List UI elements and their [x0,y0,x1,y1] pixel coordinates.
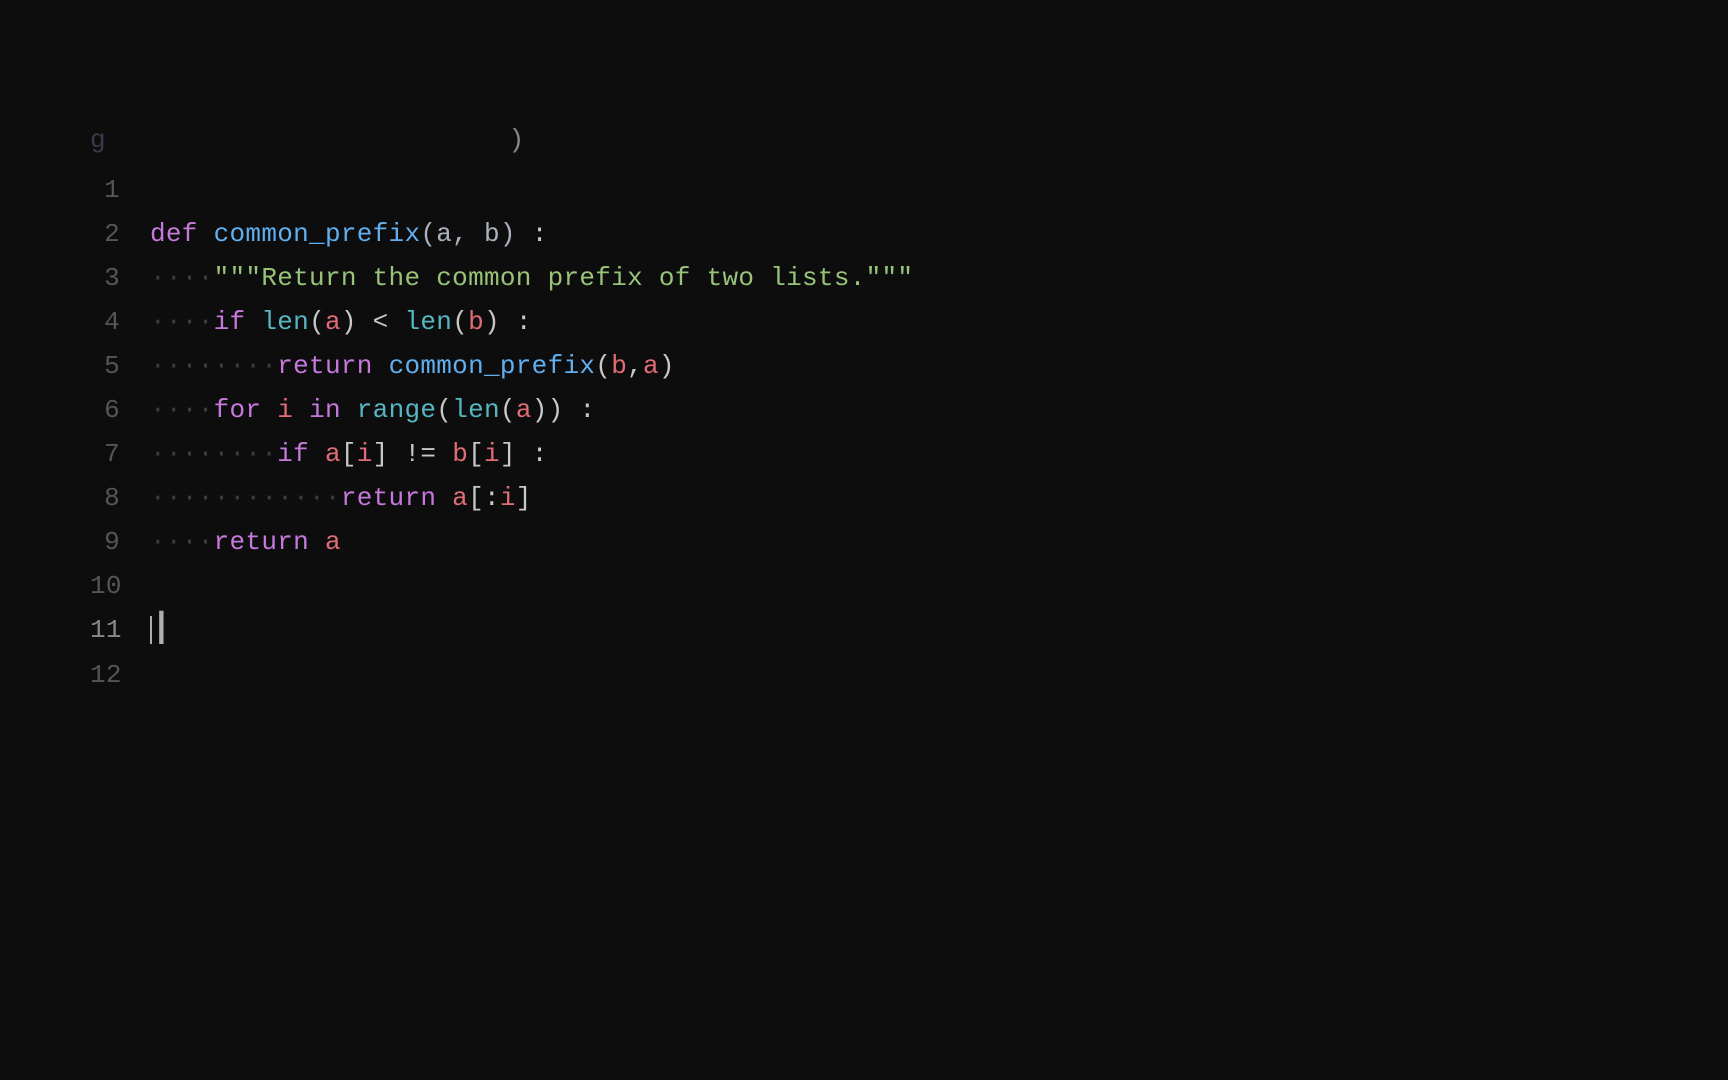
line-num-12: 12 [90,653,150,697]
var-i-7a: i [357,439,373,469]
kw-if-4: if [214,307,246,337]
line-num-8: 8 [90,476,150,520]
punc-close: ) [500,219,516,249]
dots-4: ···· [150,307,214,337]
punc-comma: , [452,219,468,249]
colon-2: : [516,219,548,249]
code-line-12: 12 [90,653,1728,697]
kw-in-6: in [309,395,341,425]
punc-open: ( [420,219,436,249]
code-area: 1 2 def common_prefix(a, b) : 3 ····"""R… [0,168,1728,697]
line-content-11: ┃ [150,608,1728,653]
line-content-6: ····for i in range(len(a)) : [150,388,1728,432]
line-content-7: ········if a[i] != b[i] : [150,432,1728,476]
len-4a: len [261,307,309,337]
line-num-4: 4 [90,300,150,344]
line-num-7: 7 [90,432,150,476]
dots-8: ············ [150,483,341,513]
line-num-9: 9 [90,520,150,564]
kw-def: def [150,219,198,249]
len-4b: len [405,307,453,337]
kw-return-9: return [214,527,309,557]
range-6: range [357,395,437,425]
var-i-7b: i [484,439,500,469]
var-i-8: i [500,483,516,513]
code-line-9: 9 ····return a [90,520,1728,564]
kw-if-7: if [277,439,309,469]
param-a: a [436,219,452,249]
code-line-2: 2 def common_prefix(a, b) : [90,212,1728,256]
var-a-idx-7: a [325,439,341,469]
line-num-11: 11 [90,608,150,652]
dots-9: ···· [150,527,214,557]
line-num-5: 5 [90,344,150,388]
fn-name: common_prefix [214,219,421,249]
var-a-6: a [516,395,532,425]
code-line-8: 8 ············return a[:i] [90,476,1728,520]
code-line-4: 4 ····if len(a) < len(b) : [90,300,1728,344]
fn-recursive: common_prefix [389,351,596,381]
line-content-8: ············return a[:i] [150,476,1728,520]
dots-3: ···· [150,263,214,293]
dots-7: ········ [150,439,277,469]
kw-for-6: for [214,395,262,425]
code-line-11[interactable]: 11 ┃ [90,608,1728,653]
docstring: """Return the common prefix of two lists… [214,263,914,293]
line-content-2: def common_prefix(a, b) : [150,212,1728,256]
line-num-3: 3 [90,256,150,300]
code-line-3: 3 ····"""Return the common prefix of two… [90,256,1728,300]
text-cursor [150,616,152,644]
line-num-2: 2 [90,212,150,256]
var-a-slice: a [452,483,468,513]
var-b-idx-7: b [452,439,468,469]
dots-5: ········ [150,351,277,381]
kw-return-5: return [277,351,372,381]
code-line-10: 10 [90,564,1728,608]
line-content-4: ····if len(a) < len(b) : [150,300,1728,344]
var-i-6: i [277,395,293,425]
partial-content: ) [122,125,525,155]
cursor-symbol: ┃ [153,615,170,646]
code-line-6: 6 ····for i in range(len(a)) : [90,388,1728,432]
editor-container: g ) 1 2 def common_prefix(a, b) : 3 ····… [0,0,1728,1080]
line-content-5: ········return common_prefix(b,a) [150,344,1728,388]
line-num-1: 1 [90,168,150,212]
line-num-6: 6 [90,388,150,432]
code-line-5: 5 ········return common_prefix(b,a) [90,344,1728,388]
param-b: b [484,219,500,249]
len-6: len [452,395,500,425]
kw-return-8: return [341,483,436,513]
var-b-5: b [611,351,627,381]
var-b-4: b [468,307,484,337]
line-content-3: ····"""Return the common prefix of two l… [150,256,1728,300]
line-num-10: 10 [90,564,150,608]
line-content-9: ····return a [150,520,1728,564]
code-line-7: 7 ········if a[i] != b[i] : [90,432,1728,476]
var-a-9: a [325,527,341,557]
partial-dots: g [90,125,106,155]
dots-6: ···· [150,395,214,425]
var-a-5: a [643,351,659,381]
partial-top-line: g ) [0,120,1728,168]
code-line-1: 1 [90,168,1728,212]
var-a-4: a [325,307,341,337]
